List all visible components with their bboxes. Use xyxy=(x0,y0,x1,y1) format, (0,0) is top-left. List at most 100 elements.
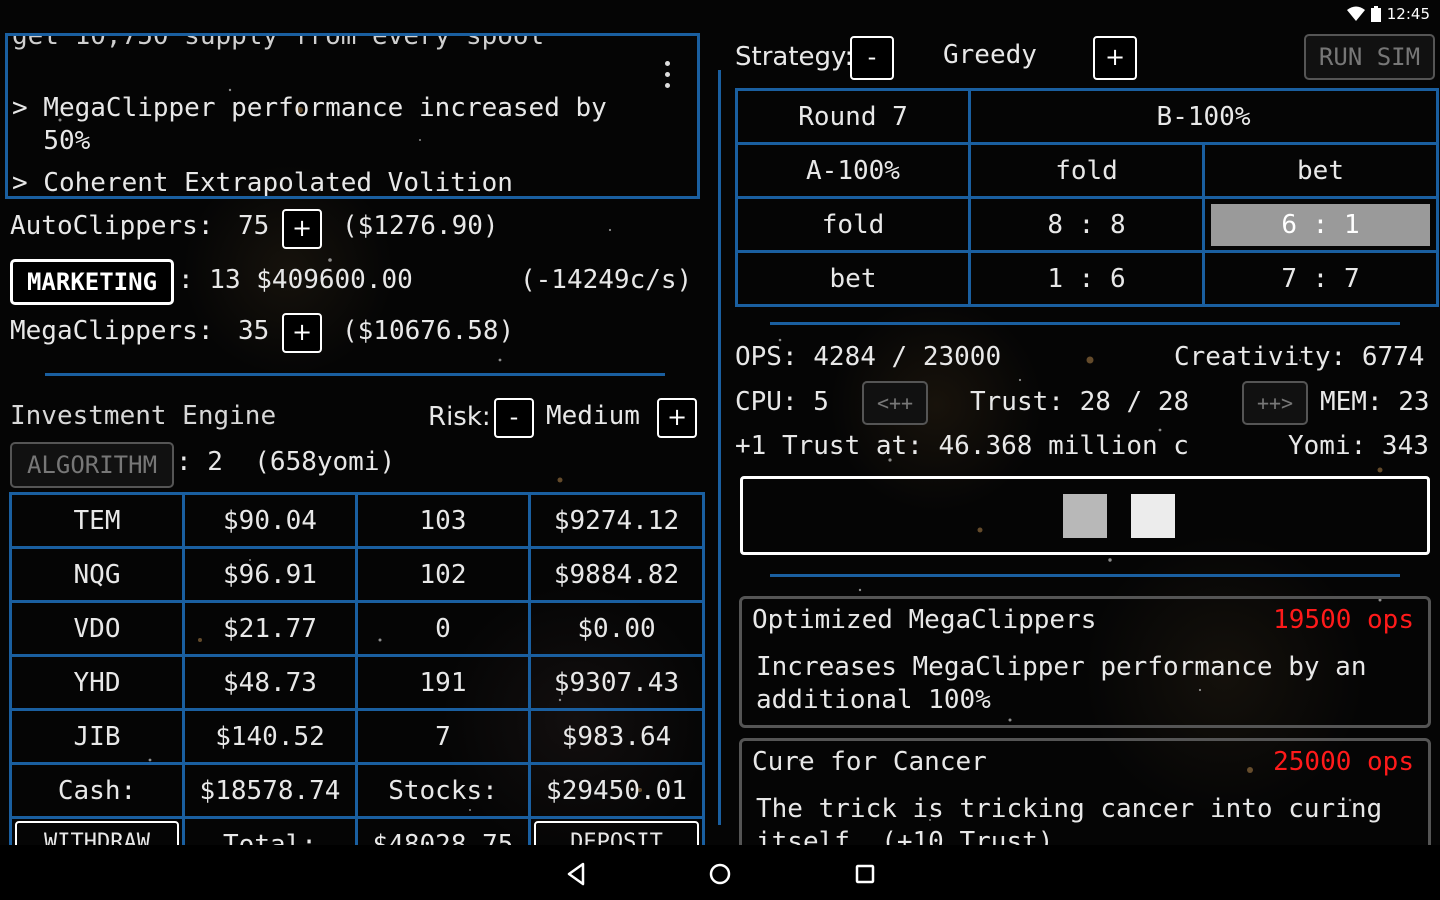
stock-total: $9274.12 xyxy=(528,492,705,549)
section-divider xyxy=(770,322,1400,325)
wifi-icon xyxy=(1346,6,1365,21)
risk-increase-button[interactable]: + xyxy=(657,398,697,438)
investment-title: Investment Engine xyxy=(10,401,277,431)
marketing-info: : 13 $409600.00 xyxy=(178,265,413,295)
message-log[interactable]: get 10,750 supply from every spool > Meg… xyxy=(5,33,700,199)
payoff-bet-bet: 7 : 7 xyxy=(1201,250,1440,307)
log-line-2: > Coherent Extrapolated Volition complet… xyxy=(12,168,513,198)
column-divider xyxy=(718,70,721,825)
stock-price: $90.04 xyxy=(182,492,358,549)
section-divider xyxy=(770,574,1400,577)
project-title: Cure for Cancer xyxy=(752,747,987,777)
marketing-button[interactable]: MARKETING xyxy=(10,259,174,305)
stock-row: TEM $90.04 103 $9274.12 xyxy=(9,492,705,549)
risk-label: Risk: xyxy=(428,402,491,432)
log-line-cut: get 10,750 supply from every spool xyxy=(12,33,545,51)
quantum-chips-panel[interactable] xyxy=(740,476,1430,555)
home-icon[interactable] xyxy=(706,860,734,888)
project-description: Increases MegaClipper performance by an … xyxy=(756,652,1367,715)
project-card[interactable]: Optimized MegaClippers 19500 ops Increas… xyxy=(739,596,1431,728)
payoff-fold-bet-highlighted: 6 : 1 xyxy=(1211,203,1431,246)
stock-total: $9884.82 xyxy=(528,546,705,603)
quantum-chip-2 xyxy=(1131,494,1175,538)
status-icons: 12:45 xyxy=(1346,5,1430,23)
autoclippers-count: 75 xyxy=(238,211,270,241)
yomi-readout: Yomi: 343 xyxy=(1288,431,1429,461)
recents-icon[interactable] xyxy=(851,860,879,888)
navigation-bar xyxy=(0,845,1440,900)
risk-decrease-button[interactable]: - xyxy=(494,398,534,438)
stocks-table: TEM $90.04 103 $9274.12 NQG $96.91 102 $9884.82… xyxy=(9,492,705,873)
row-bet-header: bet xyxy=(735,250,971,307)
strategy-value: Greedy xyxy=(943,40,1037,70)
stock-total: $9307.43 xyxy=(528,654,705,711)
risk-value: Medium xyxy=(546,401,640,431)
stock-total: $983.64 xyxy=(528,708,705,765)
add-processor-button[interactable]: <++ xyxy=(862,381,928,425)
creativity-readout: Creativity: 6774 xyxy=(1174,342,1425,372)
stock-row: VDO $21.77 0 $0.00 xyxy=(9,600,705,657)
payoff-bet-fold: 1 : 6 xyxy=(968,250,1205,307)
stock-quantity: 191 xyxy=(355,654,531,711)
stock-total: $0.00 xyxy=(528,600,705,657)
stocks-value: $29450.01 xyxy=(528,762,705,819)
stock-price: $96.91 xyxy=(182,546,358,603)
stock-ticker: JIB xyxy=(9,708,185,765)
stock-price: $48.73 xyxy=(182,654,358,711)
run-sim-button[interactable]: RUN SIM xyxy=(1304,34,1435,80)
trust-readout: Trust: 28 / 28 xyxy=(970,387,1190,417)
algorithm-info: : 2 (658yomi) xyxy=(176,447,396,477)
strategy-prev-button[interactable]: - xyxy=(850,36,894,80)
autoclippers-cost: ($1276.90) xyxy=(342,211,499,241)
algorithm-upgrade-button[interactable]: ALGORITHM xyxy=(10,442,174,488)
next-trust-readout: +1 Trust at: 46.368 million c xyxy=(735,431,1189,461)
stock-quantity: 0 xyxy=(355,600,531,657)
player-b-header: B-100% xyxy=(967,88,1440,145)
app-screen: 12:45 get 10,750 supply from every spool… xyxy=(0,0,1440,900)
stock-row: YHD $48.73 191 $9307.43 xyxy=(9,654,705,711)
strategy-next-button[interactable]: + xyxy=(1093,36,1137,80)
stock-quantity: 102 xyxy=(355,546,531,603)
stock-quantity: 103 xyxy=(355,492,531,549)
player-a-header: A-100% xyxy=(735,142,971,199)
ops-readout: OPS: 4284 / 23000 xyxy=(735,342,1002,372)
stock-ticker: TEM xyxy=(9,492,185,549)
section-divider xyxy=(45,373,665,376)
megaclippers-count: 35 xyxy=(238,316,270,346)
project-cost: 19500 ops xyxy=(1273,605,1414,635)
overflow-menu-icon[interactable] xyxy=(665,61,671,94)
autoclippers-label: AutoClippers: xyxy=(10,211,214,241)
stock-ticker: VDO xyxy=(9,600,185,657)
buy-megaclipper-button[interactable]: + xyxy=(282,313,322,353)
col-fold-header: fold xyxy=(968,142,1205,199)
quantum-chip-1 xyxy=(1063,494,1107,538)
cash-label: Cash: xyxy=(9,762,185,819)
round-label: Round 7 xyxy=(735,88,971,145)
cpu-readout: CPU: 5 xyxy=(735,387,829,417)
project-title: Optimized MegaClippers xyxy=(752,605,1097,635)
strategy-label: Strategy: xyxy=(735,42,854,72)
stock-row: NQG $96.91 102 $9884.82 xyxy=(9,546,705,603)
stocks-label: Stocks: xyxy=(355,762,531,819)
stock-ticker: YHD xyxy=(9,654,185,711)
col-bet-header: bet xyxy=(1201,142,1440,199)
megaclippers-cost: ($10676.58) xyxy=(342,316,515,346)
stock-price: $21.77 xyxy=(182,600,358,657)
cash-value: $18578.74 xyxy=(182,762,358,819)
stock-row: JIB $140.52 7 $983.64 xyxy=(9,708,705,765)
project-cost: 25000 ops xyxy=(1273,747,1414,777)
marketing-rate: (-14249c/s) xyxy=(520,265,693,295)
stock-quantity: 7 xyxy=(355,708,531,765)
status-bar: 12:45 xyxy=(0,0,1440,30)
payoff-matrix: Round 7 B-100% A-100% fold bet fold 8 : … xyxy=(735,88,1440,307)
payoff-fold-fold: 8 : 8 xyxy=(968,196,1205,253)
stock-price: $140.52 xyxy=(182,708,358,765)
back-icon[interactable] xyxy=(563,860,591,888)
buy-autoclipper-button[interactable]: + xyxy=(282,209,322,249)
cash-row: Cash: $18578.74 Stocks: $29450.01 xyxy=(9,762,705,819)
mem-readout: MEM: 23 xyxy=(1320,387,1430,417)
log-line-1: > MegaClipper performance increased by 5… xyxy=(12,93,607,156)
megaclippers-label: MegaClippers: xyxy=(10,316,214,346)
add-memory-button[interactable]: ++> xyxy=(1242,381,1308,425)
battery-icon xyxy=(1370,6,1381,22)
